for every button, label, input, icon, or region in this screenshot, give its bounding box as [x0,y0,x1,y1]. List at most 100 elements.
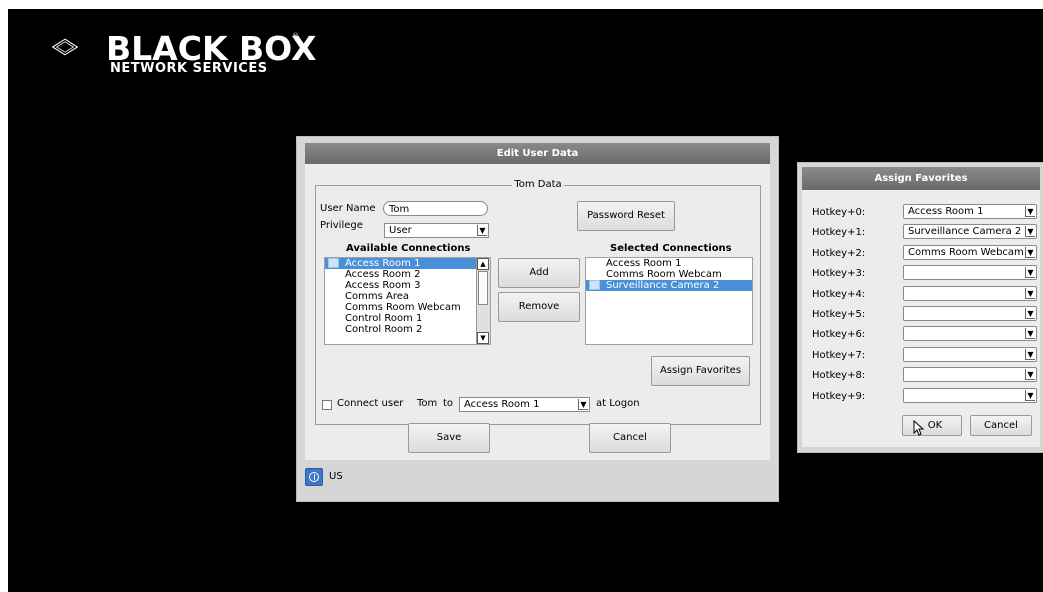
list-item-label: Access Room 1 [606,258,682,269]
hotkey-label: Hotkey+6: [812,329,866,341]
list-item-label: Control Room 1 [345,313,423,324]
save-button[interactable]: Save [408,423,490,453]
list-item-label: Comms Room Webcam [606,269,722,280]
password-reset-button[interactable]: Password Reset [577,201,675,231]
list-item-label: Surveillance Camera 2 [606,280,720,291]
chevron-down-icon[interactable]: ▼ [1025,308,1035,319]
connect-target-select[interactable]: Access Room 1 ▼ [459,397,590,412]
selected-connections-list[interactable]: Access Room 1 Comms Room Webcam Surveillan… [585,257,753,345]
selected-connections-header: Selected Connections [610,243,732,254]
list-item[interactable]: Control Room 1 [325,313,490,324]
available-connections-header: Available Connections [346,243,471,254]
privilege-select[interactable]: User ▼ [384,223,489,238]
connect-user-checkbox[interactable] [322,400,332,410]
hotkey-label: Hotkey+1: [812,227,866,239]
chevron-down-icon[interactable]: ▼ [578,399,588,410]
list-item-label: Access Room 1 [345,258,421,269]
hotkey-label: Hotkey+0: [812,207,866,218]
registered-mark: ® [292,32,299,40]
connect-target-value: Access Room 1 [464,399,540,410]
ok-label: OK [927,420,943,431]
scroll-thumb[interactable] [478,271,488,305]
dialog-title-bar[interactable]: Assign Favorites [802,167,1040,190]
hotkey-select[interactable]: ▼ [903,346,1037,362]
list-item[interactable]: Surveillance Camera 2 [586,280,752,291]
hotkey-select[interactable]: ▼ [903,326,1037,342]
user-name-input[interactable]: Tom [383,201,488,216]
dialog-title-bar[interactable]: Edit User Data [305,143,770,164]
hotkey-select[interactable]: ▼ [903,306,1037,321]
hotkey-value: Access Room 1 [908,206,984,217]
checkbox-icon [328,258,339,268]
privilege-label: Privilege [320,220,363,231]
hotkey-select[interactable]: ▼ [903,265,1037,281]
list-item[interactable]: Access Room 1 [325,258,490,269]
hotkey-select[interactable]: Comms Room Webcam ▼ [903,244,1037,260]
hotkey-select[interactable]: ▼ [903,387,1037,403]
to-label: to [443,398,454,409]
keyboard-layout-indicator: US [329,471,343,482]
chevron-down-icon[interactable]: ▼ [1025,348,1035,360]
hotkey-value: Comms Room Webcam [908,246,1024,258]
available-connections-list[interactable]: Access Room 1 Access Room 2 Access Room 3C… [324,257,491,345]
assign-favorites-dialog: Assign Favorites Hotkey+0: Access Room 1 ▼… [797,162,1043,453]
hotkey-label: Hotkey+7: [812,349,866,361]
list-item[interactable]: Access Room 2 [325,269,490,280]
chevron-down-icon[interactable]: ▼ [1025,206,1035,217]
hotkey-select[interactable]: Surveillance Camera 2 ▼ [903,224,1037,240]
desktop-background: BLACK BOX ® NETWORK SERVICES Edit User D… [8,9,1043,592]
list-item[interactable]: Access Room 1 [586,258,752,269]
brand-subtitle: NETWORK SERVICES [110,61,268,76]
list-item[interactable]: Access Room 3 [325,280,490,291]
connect-user-label: Connect user [337,398,404,409]
power-icon[interactable] [305,468,323,486]
dialog-title: Assign Favorites [874,173,968,184]
chevron-down-icon[interactable]: ▼ [1025,328,1035,340]
hotkey-value: Surveillance Camera 2 [908,226,1022,238]
dialog-client-area: Tom Data User Name Tom Privilege User ▼ … [305,164,770,460]
chevron-down-icon[interactable]: ▼ [1025,369,1035,381]
hotkey-label: Hotkey+5: [812,309,866,320]
scroll-down-icon[interactable]: ▼ [477,332,489,344]
chevron-down-icon[interactable]: ▼ [1025,287,1035,299]
hotkey-select[interactable]: Access Room 1 ▼ [903,204,1037,219]
hotkey-label: Hotkey+9: [812,390,866,402]
hotkey-label: Hotkey+3: [812,268,866,280]
at-logon-label: at Logon [596,398,640,409]
user-name-label: User Name [320,203,376,214]
dialog-title: Edit User Data [496,148,579,159]
list-item-label: Control Room 2 [345,324,423,335]
chevron-down-icon[interactable]: ▼ [477,225,487,236]
hotkey-select[interactable]: ▼ [903,367,1037,383]
cancel-button[interactable]: Cancel [970,415,1032,436]
chevron-down-icon[interactable]: ▼ [1025,226,1035,238]
chevron-down-icon[interactable]: ▼ [1025,389,1035,401]
list-item-label: Access Room 2 [345,269,421,280]
connect-user-name: Tom [417,398,438,409]
list-item[interactable]: Comms Room Webcam [325,302,490,313]
assign-favorites-button[interactable]: Assign Favorites [651,356,750,386]
dialog-client-area: Hotkey+0: Access Room 1 ▼ Hotkey+1: Surveill… [802,190,1040,447]
hotkey-label: Hotkey+2: [812,247,866,259]
privilege-value: User [389,225,412,236]
remove-button[interactable]: Remove [498,292,580,322]
cancel-button[interactable]: Cancel [589,423,671,453]
group-label: Tom Data [512,179,564,190]
list-scrollbar[interactable]: ▲ ▼ [476,258,490,344]
hotkey-label: Hotkey+4: [812,288,866,300]
list-item[interactable]: Comms Room Webcam [586,269,752,280]
scroll-up-icon[interactable]: ▲ [477,258,489,270]
list-item[interactable]: Comms Area [325,291,490,302]
checkbox-icon [589,280,600,290]
mouse-pointer-icon [913,420,925,436]
list-item[interactable]: Control Room 2 [325,324,490,335]
diamond-logo-icon [52,38,78,56]
hotkey-select[interactable]: ▼ [903,285,1037,301]
chevron-down-icon[interactable]: ▼ [1025,246,1035,258]
chevron-down-icon[interactable]: ▼ [1025,267,1035,279]
edit-user-data-dialog: Edit User Data Tom Data User Name Tom Pr… [296,136,779,502]
list-item-label: Comms Room Webcam [345,302,461,313]
user-data-group: Tom Data User Name Tom Privilege User ▼ … [315,179,761,425]
ok-button[interactable]: OK [902,415,962,436]
add-button[interactable]: Add [498,258,580,288]
